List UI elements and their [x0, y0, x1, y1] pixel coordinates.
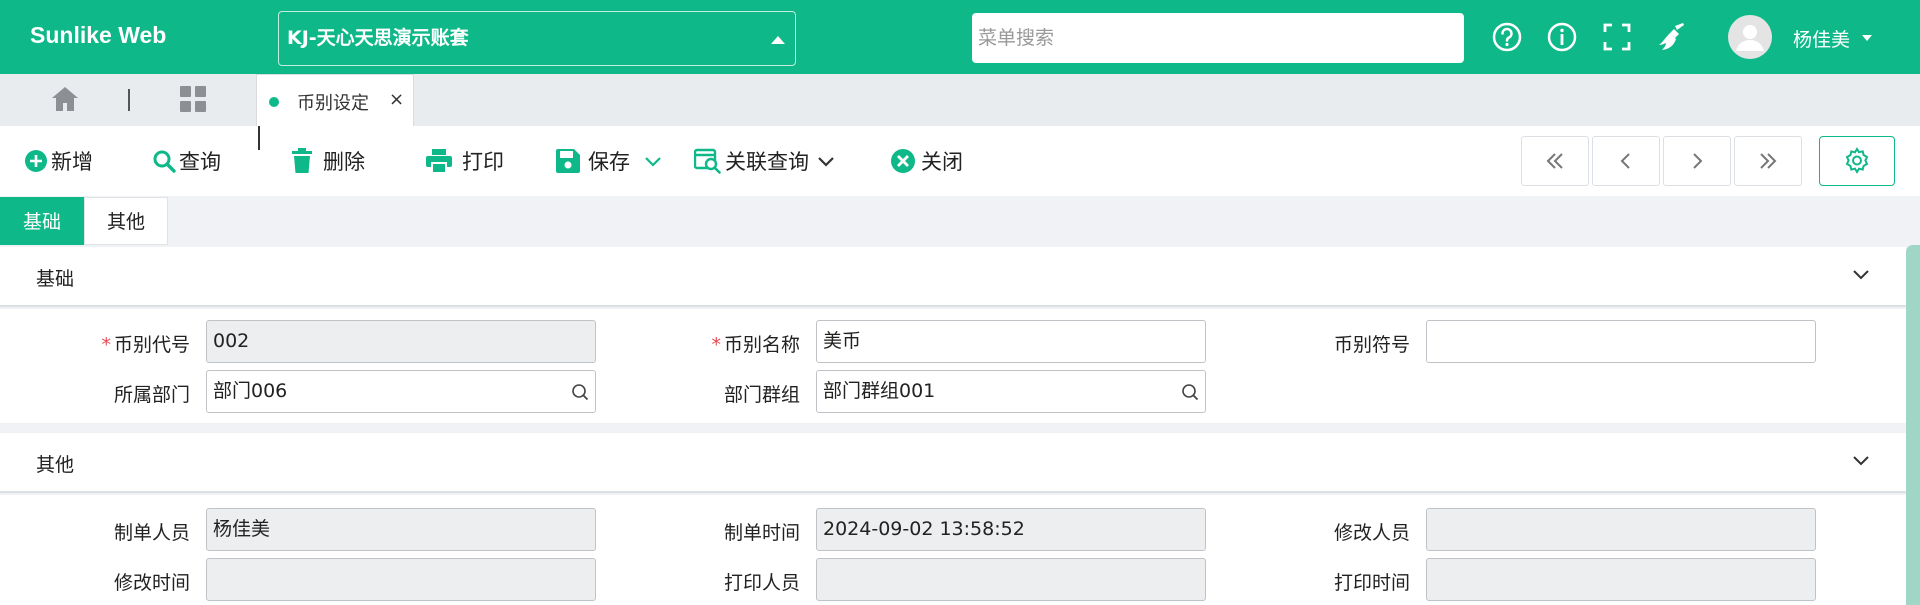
gear-icon — [1845, 147, 1869, 174]
home-icon[interactable] — [50, 84, 80, 114]
printer-icon — [426, 149, 452, 174]
modifier-field[interactable] — [1426, 508, 1816, 551]
creator-label: 制单人员 — [113, 522, 190, 544]
related-search-icon — [694, 148, 721, 174]
create-time-label: 制单时间 — [723, 522, 800, 544]
modifier-label: 修改人员 — [1333, 522, 1410, 544]
department-value: 部门006 — [213, 380, 288, 402]
related-query-button[interactable]: 关联查询 — [694, 146, 838, 176]
last-record-button[interactable] — [1734, 136, 1802, 186]
help-icon[interactable] — [1490, 20, 1524, 54]
new-label: 新增 — [51, 150, 93, 174]
section-tabs: 基础 其他 — [0, 197, 169, 245]
chevron-left-icon — [1620, 153, 1630, 169]
currency-name-label: * 币别名称 — [711, 334, 800, 356]
dept-group-field[interactable]: 部门群组001 — [816, 370, 1206, 413]
print-label: 打印 — [462, 150, 504, 174]
dept-group-label: 部门群组 — [723, 384, 800, 406]
double-chevron-right-icon — [1760, 153, 1777, 169]
close-button[interactable]: 关闭 — [890, 146, 963, 176]
create-time-field[interactable]: 2024-09-02 13:58:52 — [816, 508, 1206, 551]
save-button[interactable]: 保存 — [555, 146, 665, 176]
tab-other[interactable]: 其他 — [84, 197, 169, 245]
tab-basic[interactable]: 基础 — [0, 197, 85, 245]
user-avatar-icon — [1736, 25, 1764, 51]
required-mark: * — [711, 334, 721, 356]
double-chevron-left-icon — [1546, 153, 1563, 169]
plus-circle-icon — [25, 150, 47, 172]
chevron-down-icon[interactable] — [644, 155, 662, 167]
trash-icon — [292, 148, 312, 173]
section-title: 其他 — [36, 454, 75, 476]
chevron-down-icon[interactable] — [1852, 455, 1870, 467]
printer-label: 打印人员 — [723, 572, 800, 594]
caret-up-icon — [771, 36, 785, 44]
search-icon[interactable] — [1181, 383, 1199, 401]
modify-time-label: 修改时间 — [113, 572, 190, 594]
avatar[interactable] — [1728, 15, 1772, 59]
tab-label: 币别设定 — [297, 93, 369, 114]
divider — [128, 89, 130, 111]
top-header: Sunlike Web KJ-天心天思演示账套 杨佳美 — [0, 0, 1920, 74]
delete-button[interactable]: 删除 — [290, 146, 365, 176]
account-select[interactable]: KJ-天心天思演示账套 — [278, 11, 796, 66]
basic-section-header[interactable]: 基础 — [0, 247, 1906, 307]
menu-search-input[interactable] — [972, 13, 1464, 63]
department-label: 所属部门 — [113, 384, 190, 406]
account-select-value: KJ-天心天思演示账套 — [287, 27, 469, 49]
basic-section-body: * 币别代号 002 * 币别名称 美币 币别符号 所属部门 部门006 部门群组 … — [0, 309, 1906, 423]
chevron-down-icon[interactable] — [817, 155, 835, 167]
modify-time-field[interactable] — [206, 558, 596, 601]
chevron-right-icon — [1693, 153, 1703, 169]
search-icon[interactable] — [571, 383, 589, 401]
info-icon[interactable] — [1545, 20, 1579, 54]
close-circle-icon — [891, 149, 915, 173]
close-label: 关闭 — [921, 150, 963, 174]
chevron-down-icon[interactable] — [1852, 269, 1870, 281]
caret-down-icon[interactable] — [1862, 35, 1872, 41]
other-section-header[interactable]: 其他 — [0, 433, 1906, 493]
delete-label: 删除 — [323, 150, 365, 174]
dept-group-value: 部门群组001 — [823, 380, 936, 402]
toolbar: 新增 查询 删除 打印 保存 关联查询 关闭 — [0, 126, 1920, 196]
first-record-button[interactable] — [1521, 136, 1589, 186]
save-floppy-icon — [556, 149, 580, 173]
close-icon[interactable]: × — [389, 89, 404, 110]
next-record-button[interactable] — [1663, 136, 1731, 186]
query-button[interactable]: 查询 — [152, 146, 221, 176]
print-time-field[interactable] — [1426, 558, 1816, 601]
section-title: 基础 — [36, 268, 75, 290]
active-dot-icon — [269, 97, 279, 107]
currency-code-field[interactable]: 002 — [206, 320, 596, 363]
settings-button[interactable] — [1819, 136, 1895, 186]
fullscreen-icon[interactable] — [1600, 20, 1634, 54]
printer-field[interactable] — [816, 558, 1206, 601]
other-section-body: 制单人员 杨佳美 制单时间 2024-09-02 13:58:52 修改人员 修… — [0, 495, 1906, 605]
previous-record-button[interactable] — [1592, 136, 1660, 186]
new-button[interactable]: 新增 — [24, 146, 93, 176]
print-time-label: 打印时间 — [1333, 572, 1410, 594]
page-tab-strip: 币别设定 × — [0, 74, 1920, 126]
related-query-label: 关联查询 — [725, 150, 809, 174]
department-field[interactable]: 部门006 — [206, 370, 596, 413]
user-name-menu[interactable]: 杨佳美 — [1793, 25, 1850, 52]
brand-logo: Sunlike Web — [30, 22, 167, 48]
vertical-scrollbar[interactable] — [1906, 245, 1920, 605]
text-cursor — [258, 126, 260, 150]
tab-currency-settings[interactable]: 币别设定 × — [256, 74, 414, 126]
currency-name-field[interactable]: 美币 — [816, 320, 1206, 363]
save-label: 保存 — [588, 150, 630, 174]
search-icon — [153, 150, 176, 173]
print-button[interactable]: 打印 — [425, 146, 504, 176]
creator-field[interactable]: 杨佳美 — [206, 508, 596, 551]
currency-symbol-field[interactable] — [1426, 320, 1816, 363]
broom-clean-icon[interactable] — [1655, 20, 1689, 54]
query-label: 查询 — [179, 150, 221, 174]
currency-code-label: * 币别代号 — [101, 334, 190, 356]
apps-grid-icon[interactable] — [178, 84, 208, 114]
currency-symbol-label: 币别符号 — [1333, 334, 1410, 356]
required-mark: * — [101, 334, 111, 356]
